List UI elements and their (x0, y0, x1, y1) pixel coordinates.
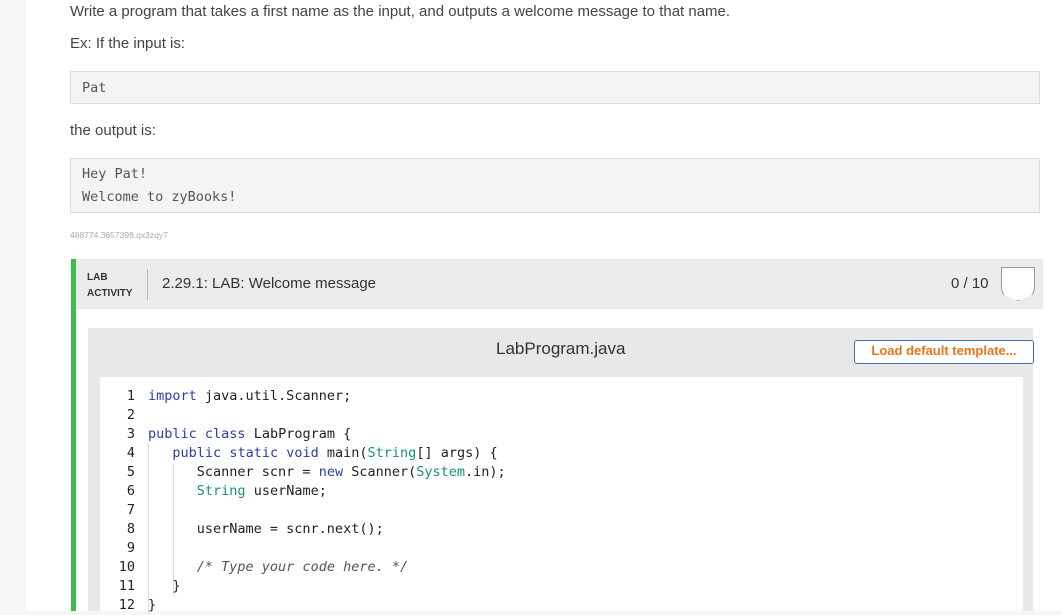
code-line: } (148, 578, 181, 594)
lab-score: 0 / 10 (951, 275, 989, 292)
editor-toolbar: LabProgram.java Load default template... (88, 328, 1034, 377)
line-number: 4 (126, 445, 135, 461)
line-number: 5 (126, 464, 135, 480)
line-number: 12 (118, 597, 135, 613)
input-example-box: Pat (70, 71, 1040, 104)
code-line: String userName; (196, 483, 327, 499)
editor-text-area[interactable]: 1 2 3 4 5 6 7 8 9 10 11 12 import java.u (100, 377, 1023, 615)
output-line: Hey Pat! (82, 166, 148, 182)
line-number: 1 (126, 388, 135, 404)
input-example-text: Pat (82, 80, 107, 96)
line-number: 8 (126, 521, 135, 537)
line-number: 10 (118, 559, 135, 575)
prompt-intro: Write a program that takes a first name … (70, 3, 731, 20)
code-line: import java.util.Scanner; (148, 388, 352, 404)
editor-filename: LabProgram.java (496, 339, 626, 358)
line-number: 2 (126, 407, 135, 423)
line-number: 9 (126, 540, 135, 556)
code-line: public class LabProgram { (148, 426, 352, 442)
output-line: Welcome to zyBooks! (82, 189, 237, 205)
output-example-box: Hey Pat! Welcome to zyBooks! (70, 158, 1040, 213)
lab-activity-tag: LAB ACTIVITY (87, 270, 133, 302)
code-line: Scanner scnr = new Scanner(System.in); (148, 464, 506, 480)
example-label: Ex: If the input is: (70, 35, 186, 52)
code-line: userName = scnr.next(); (148, 521, 384, 537)
load-default-template-button[interactable]: Load default template... (854, 340, 1034, 364)
lab-title: 2.29.1: LAB: Welcome message (162, 275, 376, 292)
line-number-gutter: 1 2 3 4 5 6 7 8 9 10 11 12 (100, 387, 135, 615)
lab-tag-line1: LAB (87, 272, 108, 283)
lab-tag-line2: ACTIVITY (87, 288, 133, 299)
lab-header: LAB ACTIVITY 2.29.1: LAB: Welcome messag… (76, 259, 1043, 309)
code-line: } (148, 597, 157, 613)
completion-check-icon (1001, 267, 1035, 301)
code-line: /* Type your code here. */ (196, 559, 409, 575)
code-editor: LabProgram.java Load default template...… (88, 328, 1034, 615)
code-content[interactable]: import java.util.Scanner; public class L… (148, 387, 1008, 615)
line-number: 7 (126, 502, 135, 518)
output-label: the output is: (70, 122, 156, 139)
line-number: 6 (126, 483, 135, 499)
header-divider (147, 269, 148, 300)
line-number: 11 (118, 578, 135, 594)
content-page: Write a program that takes a first name … (26, 0, 1062, 615)
lab-activity: LAB ACTIVITY 2.29.1: LAB: Welcome messag… (71, 259, 1043, 615)
line-number: 3 (126, 426, 135, 442)
activity-meta-id: 488774.3657398.qx3zqy7 (70, 230, 168, 240)
code-line: public static void main(String[] args) { (172, 445, 498, 461)
